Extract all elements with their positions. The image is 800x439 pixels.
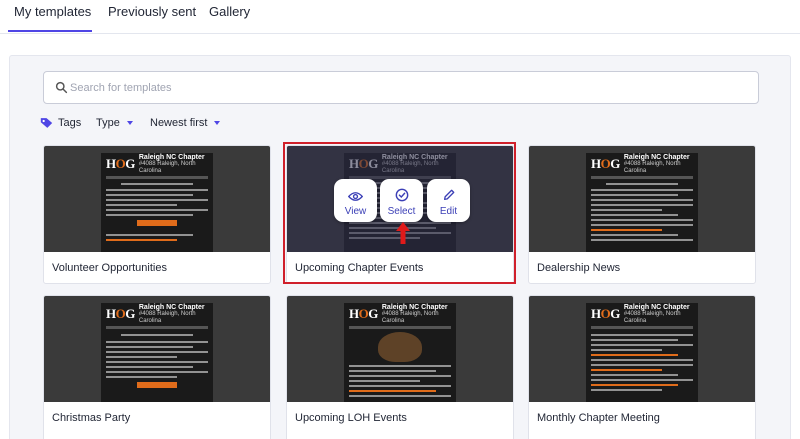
template-thumbnail: HOGRaleigh NC Chapter#4088 Raleigh, Nort… bbox=[287, 146, 513, 252]
search-input[interactable] bbox=[70, 79, 730, 97]
template-name: Volunteer Opportunities bbox=[52, 262, 167, 274]
template-name: Christmas Party bbox=[52, 412, 131, 424]
email-preview: HOGRaleigh NC Chapter#4088 Raleigh, Nort… bbox=[344, 303, 456, 402]
template-name: Dealership News bbox=[537, 262, 621, 274]
search-box[interactable] bbox=[43, 71, 759, 104]
email-preview: HOGRaleigh NC Chapter#4088 Raleigh, Nort… bbox=[101, 153, 213, 252]
arrow-up-icon bbox=[396, 222, 410, 244]
select-button-label: Select bbox=[387, 206, 416, 217]
view-button[interactable]: View bbox=[334, 179, 377, 222]
template-card[interactable]: HOGRaleigh NC Chapter#4088 Raleigh, Nort… bbox=[528, 145, 756, 284]
template-grid: HOG Raleigh NC Chapter #4088 Raleigh, Nort… bbox=[43, 145, 783, 439]
active-tab-indicator bbox=[8, 30, 92, 32]
template-name: Monthly Chapter Meeting bbox=[537, 412, 660, 424]
tag-icon bbox=[40, 118, 53, 128]
eye-icon bbox=[348, 192, 363, 201]
email-preview: HOGRaleigh NC Chapter#4088 Raleigh, Nort… bbox=[101, 303, 213, 402]
tags-filter[interactable]: Tags bbox=[40, 117, 81, 129]
edit-button-label: Edit bbox=[439, 206, 458, 217]
search-icon bbox=[55, 81, 68, 94]
ladies-of-harley-emblem bbox=[378, 332, 422, 362]
caret-down-icon bbox=[126, 121, 133, 125]
template-thumbnail: HOGRaleigh NC Chapter#4088 Raleigh, Nort… bbox=[529, 146, 755, 252]
type-filter[interactable]: Type bbox=[96, 117, 133, 129]
pencil-icon bbox=[443, 189, 454, 201]
template-card[interactable]: HOGRaleigh NC Chapter#4088 Raleigh, Nort… bbox=[286, 295, 514, 439]
template-thumbnail: HOGRaleigh NC Chapter#4088 Raleigh, Nort… bbox=[44, 296, 270, 402]
template-card[interactable]: HOGRaleigh NC Chapter#4088 Raleigh, Nort… bbox=[286, 145, 514, 284]
template-thumbnail: HOGRaleigh NC Chapter#4088 Raleigh, Nort… bbox=[529, 296, 755, 402]
template-name: Upcoming LOH Events bbox=[295, 412, 407, 424]
sort-filter[interactable]: Newest first bbox=[150, 117, 221, 129]
view-button-label: View bbox=[344, 206, 367, 217]
type-filter-label: Type bbox=[96, 117, 120, 129]
tab-previously-sent[interactable]: Previously sent bbox=[108, 4, 196, 19]
tab-gallery[interactable]: Gallery bbox=[209, 4, 250, 19]
email-preview: HOGRaleigh NC Chapter#4088 Raleigh, Nort… bbox=[586, 303, 698, 402]
template-thumbnail: HOGRaleigh NC Chapter#4088 Raleigh, Nort… bbox=[287, 296, 513, 402]
tab-my-templates[interactable]: My templates bbox=[14, 4, 91, 19]
templates-panel: Tags Type Newest first HOGRaleigh NC Cha… bbox=[9, 55, 791, 439]
template-thumbnail: HOGRaleigh NC Chapter#4088 Raleigh, Nort… bbox=[44, 146, 270, 252]
edit-button[interactable]: Edit bbox=[427, 179, 470, 222]
template-card[interactable]: HOGRaleigh NC Chapter#4088 Raleigh, Nort… bbox=[43, 295, 271, 439]
sort-filter-label: Newest first bbox=[150, 117, 208, 129]
select-button[interactable]: Select bbox=[380, 179, 423, 222]
template-card[interactable]: HOGRaleigh NC Chapter#4088 Raleigh, Nort… bbox=[43, 145, 271, 284]
tags-filter-label: Tags bbox=[58, 117, 82, 129]
template-card[interactable]: HOGRaleigh NC Chapter#4088 Raleigh, Nort… bbox=[528, 295, 756, 439]
template-name: Upcoming Chapter Events bbox=[295, 262, 424, 274]
tab-bar: My templates Previously sent Gallery bbox=[0, 0, 800, 34]
email-preview: HOGRaleigh NC Chapter#4088 Raleigh, Nort… bbox=[586, 153, 698, 252]
check-circle-icon bbox=[395, 188, 408, 202]
caret-down-icon bbox=[214, 121, 221, 125]
